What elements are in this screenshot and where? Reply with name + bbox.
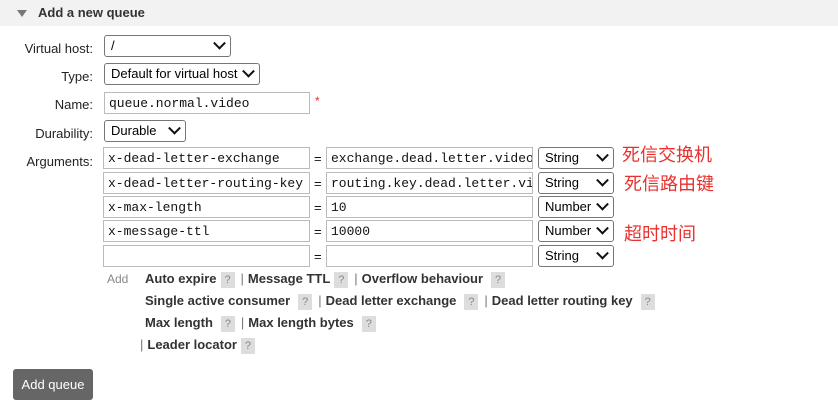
type-label: Type: <box>61 69 93 84</box>
help-icon[interactable]: ? <box>240 337 255 354</box>
durability-select[interactable]: Durable <box>104 120 186 142</box>
shortcut-row-3: Max length? | Max length bytes? <box>145 315 376 332</box>
annotation-dead-letter-routing-key: 死信路由键 <box>624 174 714 195</box>
type-value: Default for virtual host <box>111 66 238 81</box>
separator: | <box>318 293 322 308</box>
argument-key-input[interactable]: x-dead-letter-exchange <box>103 147 310 169</box>
argument-key-input[interactable]: x-message-ttl <box>103 220 310 242</box>
chevron-down-icon <box>596 197 609 211</box>
shortcut-row-1: Auto expire? | Message TTL? | Overflow behav… <box>145 271 506 288</box>
type-select[interactable]: Default for virtual host <box>104 63 260 85</box>
required-marker: * <box>315 94 320 108</box>
arguments-label: Arguments: <box>26 154 93 169</box>
argument-type-value: String <box>545 150 579 165</box>
virtual-host-select[interactable]: / <box>104 35 231 57</box>
dead-letter-routing-key-link[interactable]: Dead letter routing key <box>492 293 633 308</box>
help-icon[interactable]: ? <box>220 315 235 332</box>
message-ttl-link[interactable]: Message TTL <box>248 271 330 286</box>
help-icon[interactable]: ? <box>464 293 479 310</box>
argument-value-input[interactable]: 10000 <box>326 220 533 242</box>
argument-type-select[interactable]: Number <box>538 220 614 242</box>
chevron-down-icon <box>213 36 226 50</box>
section-header[interactable]: Add a new queue <box>0 0 838 26</box>
argument-value-input[interactable]: exchange.dead.letter.video <box>326 147 533 169</box>
equals-sign: = <box>314 176 322 191</box>
chevron-down-icon <box>596 221 609 235</box>
name-label: Name: <box>54 97 93 112</box>
separator: | <box>240 271 244 286</box>
dead-letter-exchange-link[interactable]: Dead letter exchange <box>326 293 457 308</box>
add-label: Add <box>107 272 129 286</box>
collapse-triangle-icon[interactable] <box>17 10 27 17</box>
durability-value: Durable <box>111 123 157 138</box>
virtual-host-value: / <box>111 38 115 53</box>
equals-sign: = <box>314 200 322 215</box>
argument-type-value: String <box>545 175 579 190</box>
help-icon[interactable]: ? <box>361 315 376 332</box>
add-queue-button[interactable]: Add queue <box>13 369 93 400</box>
help-icon[interactable]: ? <box>334 271 349 288</box>
equals-sign: = <box>314 224 322 239</box>
leader-locator-link[interactable]: Leader locator <box>147 337 237 352</box>
argument-type-select[interactable]: String <box>538 147 614 169</box>
chevron-down-icon <box>596 173 609 187</box>
help-icon[interactable]: ? <box>491 271 506 288</box>
durability-label: Durability: <box>35 126 93 141</box>
name-input[interactable]: queue.normal.video <box>104 92 310 114</box>
chevron-down-icon <box>242 64 255 78</box>
argument-value-input[interactable]: 10 <box>326 196 533 218</box>
argument-key-input[interactable]: x-dead-letter-routing-key <box>103 172 310 194</box>
help-icon[interactable]: ? <box>640 293 655 310</box>
annotation-dead-letter-exchange: 死信交换机 <box>622 145 712 166</box>
argument-type-value: Number <box>545 223 592 238</box>
help-icon[interactable]: ? <box>298 293 313 310</box>
argument-value-input[interactable] <box>326 245 533 267</box>
shortcut-row-2: Single active consumer? | Dead letter exch… <box>145 293 655 310</box>
overflow-behaviour-link[interactable]: Overflow behaviour <box>362 271 483 286</box>
separator: | <box>240 315 245 330</box>
equals-sign: = <box>314 249 322 264</box>
shortcut-row-4: | Leader locator? <box>140 337 255 354</box>
chevron-down-icon <box>596 148 609 162</box>
argument-type-select[interactable]: String <box>538 245 614 267</box>
virtual-host-label: Virtual host: <box>24 41 93 56</box>
equals-sign: = <box>314 151 322 166</box>
chevron-down-icon <box>596 246 609 260</box>
argument-type-value: String <box>545 248 579 263</box>
argument-type-select[interactable]: String <box>538 172 614 194</box>
max-length-link[interactable]: Max length <box>145 315 213 330</box>
chevron-down-icon <box>168 121 181 135</box>
single-active-consumer-link[interactable]: Single active consumer <box>145 293 290 308</box>
annotation-timeout: 超时时间 <box>624 224 696 245</box>
argument-value-input[interactable]: routing.key.dead.letter.video <box>326 172 533 194</box>
section-title: Add a new queue <box>38 5 145 20</box>
auto-expire-link[interactable]: Auto expire <box>145 271 217 286</box>
separator: | <box>354 271 358 286</box>
argument-type-select[interactable]: Number <box>538 196 614 218</box>
argument-key-input[interactable]: x-max-length <box>103 196 310 218</box>
separator: | <box>140 337 144 352</box>
max-length-bytes-link[interactable]: Max length bytes <box>248 315 353 330</box>
argument-key-input[interactable] <box>103 245 310 267</box>
separator: | <box>484 293 488 308</box>
help-icon[interactable]: ? <box>220 271 235 288</box>
argument-type-value: Number <box>545 199 592 214</box>
